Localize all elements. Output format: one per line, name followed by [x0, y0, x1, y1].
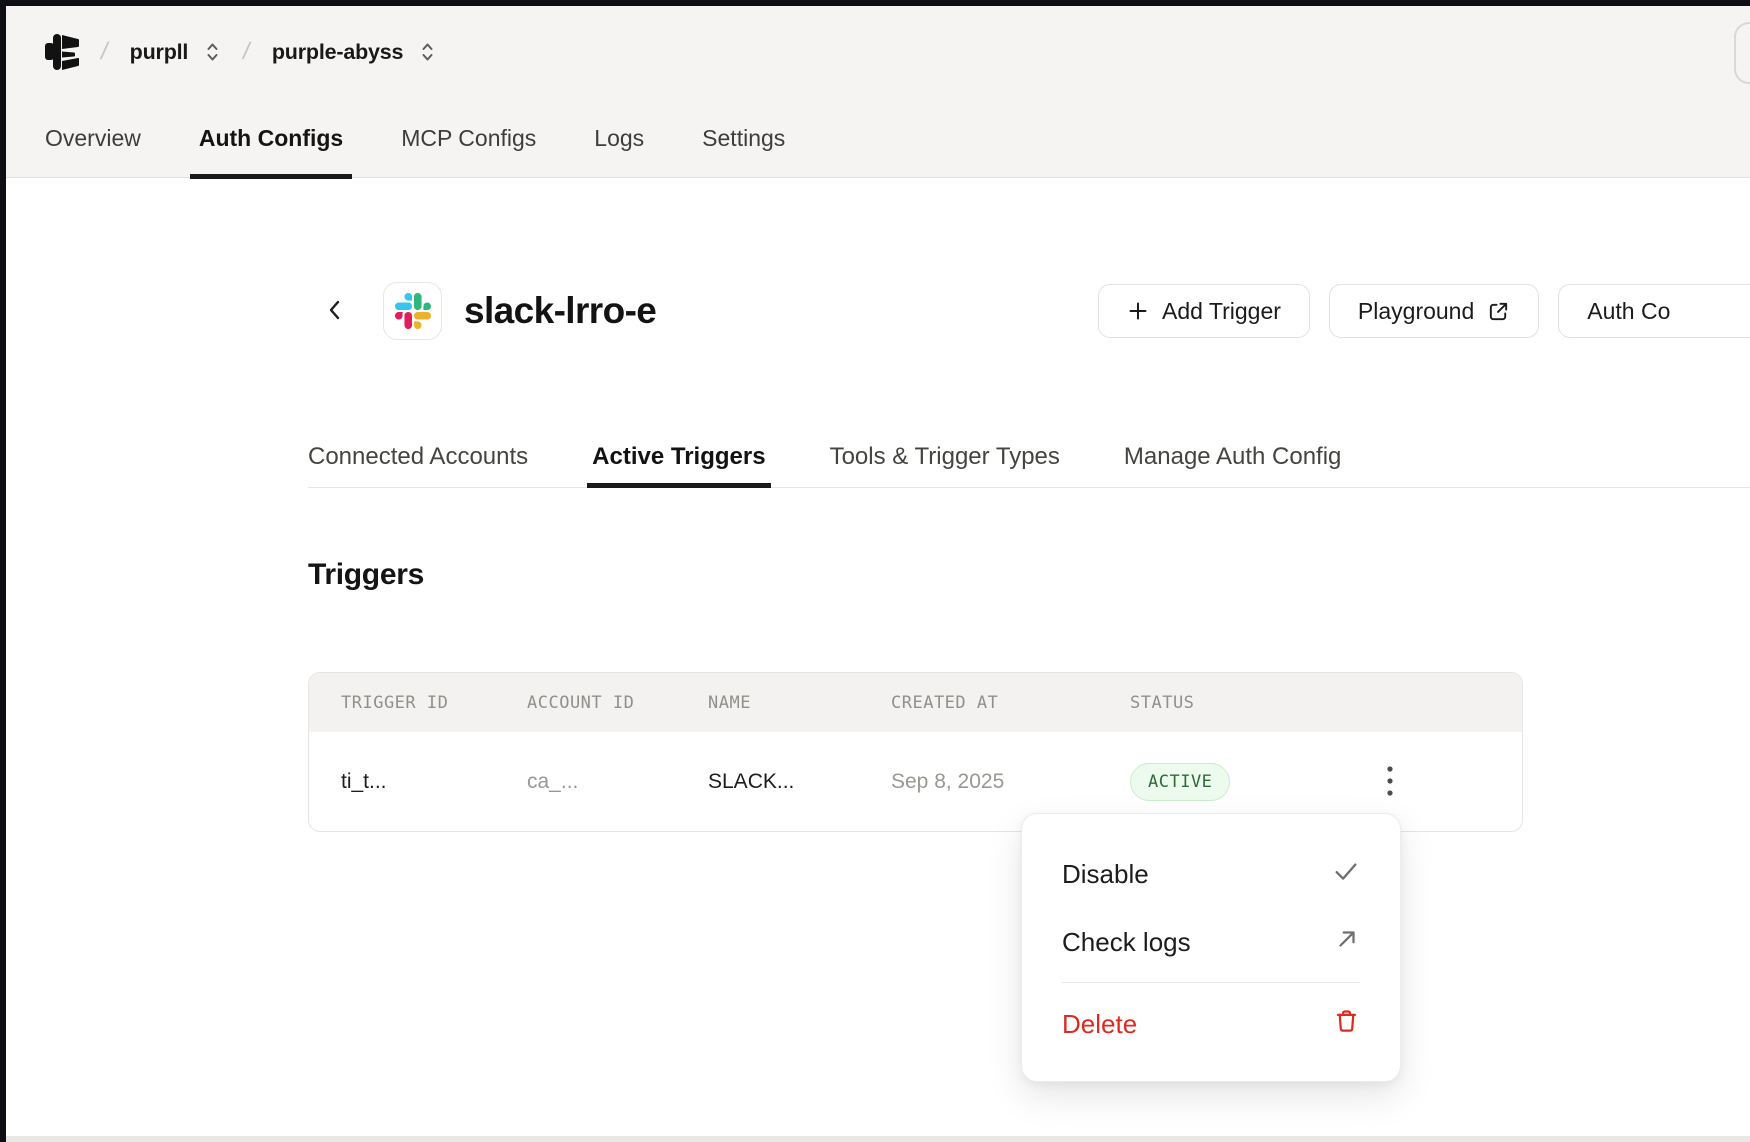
- tab-logs[interactable]: Logs: [594, 98, 644, 178]
- menu-item-delete[interactable]: Delete: [1062, 990, 1360, 1058]
- row-actions-menu: Disable Check logs Delete: [1021, 813, 1401, 1082]
- org-name: purpll: [130, 40, 189, 65]
- cell-status: ACTIVE: [1130, 763, 1330, 801]
- chevron-up-down-icon: [419, 41, 436, 63]
- tab-auth-configs[interactable]: Auth Configs: [199, 98, 343, 178]
- check-icon: [1332, 857, 1360, 892]
- playground-button[interactable]: Playground: [1329, 284, 1539, 338]
- row-actions-kebab-button[interactable]: [1370, 762, 1410, 802]
- cell-created-at: Sep 8, 2025: [891, 770, 1130, 794]
- plus-icon: [1127, 300, 1149, 322]
- chevron-left-icon: [324, 297, 346, 326]
- page-title: slack-lrro-e: [464, 290, 656, 332]
- subtab-manage-auth-config[interactable]: Manage Auth Config: [1124, 426, 1342, 487]
- slack-app-icon: [383, 282, 442, 340]
- back-button[interactable]: [314, 290, 356, 332]
- playground-label: Playground: [1358, 298, 1474, 325]
- add-trigger-label: Add Trigger: [1162, 298, 1281, 325]
- app-window: / purpll / purple-abyss Overview A: [6, 6, 1750, 1142]
- tab-settings[interactable]: Settings: [702, 98, 785, 178]
- project-name: purple-abyss: [272, 40, 403, 65]
- auth-config-label: Auth Co: [1587, 298, 1670, 325]
- tab-mcp-configs[interactable]: MCP Configs: [401, 98, 536, 178]
- disable-label: Disable: [1062, 859, 1149, 890]
- column-header-name: NAME: [708, 693, 891, 713]
- breadcrumb-separator: /: [241, 38, 253, 66]
- check-logs-label: Check logs: [1062, 927, 1191, 958]
- top-right-cutoff-button[interactable]: [1734, 22, 1750, 84]
- add-trigger-button[interactable]: Add Trigger: [1098, 284, 1310, 338]
- entity-sub-tabs: Connected Accounts Active Triggers Tools…: [308, 426, 1750, 488]
- breadcrumb: / purpll / purple-abyss: [6, 6, 1750, 98]
- column-header-created-at: CREATED AT: [891, 693, 1130, 713]
- status-badge: ACTIVE: [1130, 763, 1230, 801]
- entity-actions: Add Trigger Playground Auth Co: [1098, 284, 1750, 338]
- delete-label: Delete: [1062, 1009, 1137, 1040]
- external-link-icon: [1487, 300, 1510, 323]
- cell-account-id: ca_...: [527, 770, 708, 794]
- column-header-trigger-id: TRIGGER ID: [341, 693, 527, 713]
- subtab-connected-accounts[interactable]: Connected Accounts: [308, 426, 528, 487]
- kebab-menu-icon: [1386, 764, 1394, 801]
- column-header-status: STATUS: [1130, 693, 1330, 713]
- trash-icon: [1333, 1007, 1360, 1041]
- menu-item-disable[interactable]: Disable: [1062, 840, 1360, 908]
- menu-divider: [1062, 982, 1360, 983]
- triggers-table: TRIGGER ID ACCOUNT ID NAME CREATED AT ST…: [308, 672, 1523, 832]
- auth-config-button[interactable]: Auth Co: [1558, 284, 1750, 338]
- menu-item-check-logs[interactable]: Check logs: [1062, 908, 1360, 976]
- composio-logo-icon[interactable]: [45, 30, 79, 74]
- section-title: Triggers: [308, 558, 424, 592]
- project-selector[interactable]: purple-abyss: [272, 40, 436, 65]
- cell-trigger-id: ti_t...: [341, 770, 527, 794]
- entity-header: slack-lrro-e Add Trigger Playground: [6, 282, 1750, 340]
- org-selector[interactable]: purpll: [130, 40, 222, 65]
- bottom-edge-strip: [6, 1136, 1750, 1142]
- chevron-up-down-icon: [204, 41, 221, 63]
- main-nav-tabs: Overview Auth Configs MCP Configs Logs S…: [6, 98, 1750, 178]
- table-header-row: TRIGGER ID ACCOUNT ID NAME CREATED AT ST…: [309, 673, 1522, 732]
- tab-overview[interactable]: Overview: [45, 98, 141, 178]
- cell-name: SLACK...: [708, 770, 891, 794]
- arrow-up-right-icon: [1334, 926, 1360, 959]
- breadcrumb-separator: /: [99, 38, 111, 66]
- column-header-account-id: ACCOUNT ID: [527, 693, 708, 713]
- subtab-active-triggers[interactable]: Active Triggers: [592, 426, 765, 487]
- subtab-tools-trigger-types[interactable]: Tools & Trigger Types: [830, 426, 1060, 487]
